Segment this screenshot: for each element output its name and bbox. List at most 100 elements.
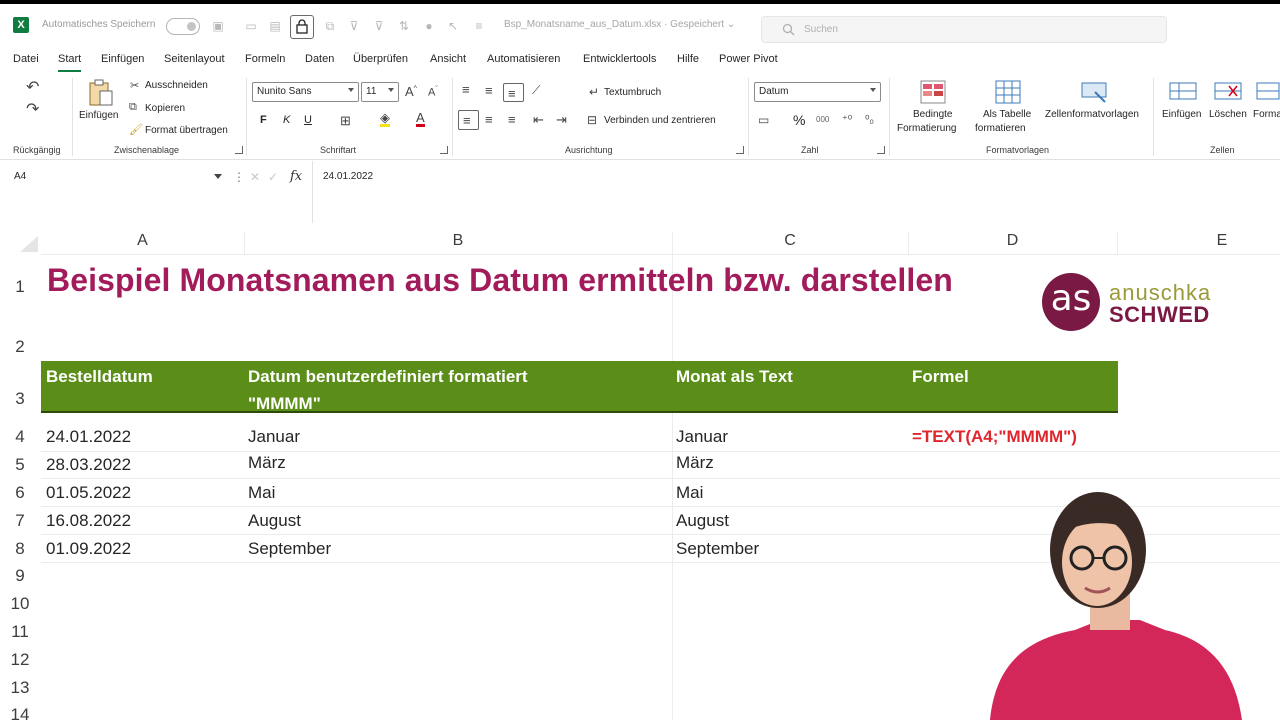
record-icon[interactable]: ● xyxy=(422,19,436,33)
format-as-table-icon[interactable] xyxy=(995,80,1021,104)
percent-button[interactable]: % xyxy=(793,112,805,128)
cell-c4[interactable]: Januar xyxy=(676,427,728,447)
tab-entwicklertools[interactable]: Entwicklertools xyxy=(583,53,656,65)
cell-b5[interactable]: März xyxy=(248,453,286,473)
tab-daten[interactable]: Daten xyxy=(305,53,334,65)
borders-icon[interactable]: ⊞ xyxy=(340,113,351,129)
delete-cells-icon[interactable] xyxy=(1214,80,1242,102)
row-header-3[interactable]: 3 xyxy=(0,389,40,409)
wrap-text-button[interactable]: Textumbruch xyxy=(604,87,661,98)
bold-button[interactable]: F xyxy=(260,114,267,126)
align-middle-icon[interactable]: ≡ xyxy=(485,83,493,98)
row-header-7[interactable]: 7 xyxy=(0,511,40,531)
cell-a6[interactable]: 01.05.2022 xyxy=(46,483,131,503)
font-size-select[interactable]: 11 xyxy=(361,82,399,102)
search-input[interactable]: Suchen xyxy=(761,16,1167,43)
filter-icon[interactable]: ⊽ xyxy=(347,19,361,33)
currency-icon[interactable]: ▭ xyxy=(758,113,769,127)
cell-styles-button[interactable]: Zellenformatvorlagen xyxy=(1045,109,1139,120)
autosave-toggle[interactable] xyxy=(166,18,200,35)
copy-icon[interactable]: ⧉ xyxy=(129,101,137,114)
tab-power-pivot[interactable]: Power Pivot xyxy=(719,53,778,65)
tab-seitenlayout[interactable]: Seitenlayout xyxy=(164,53,225,65)
cell-b8[interactable]: September xyxy=(248,539,331,559)
more-options-icon[interactable]: ⋮ xyxy=(233,170,245,184)
cell-b7[interactable]: August xyxy=(248,511,301,531)
paste-button[interactable]: Einfügen xyxy=(79,110,118,121)
enter-icon[interactable]: ✓ xyxy=(268,170,278,184)
row-header-8[interactable]: 8 xyxy=(0,539,40,559)
header-monat-als-text[interactable]: Monat als Text xyxy=(676,363,793,390)
delete-cells-button[interactable]: Löschen xyxy=(1209,109,1247,120)
row-header-11[interactable]: 11 xyxy=(0,622,40,642)
increase-decimal-icon[interactable]: ⁺⁰ xyxy=(842,113,852,126)
cell-a7[interactable]: 16.08.2022 xyxy=(46,511,131,531)
save-icon[interactable]: ▣ xyxy=(211,19,225,33)
cancel-icon[interactable]: ✕ xyxy=(250,170,260,184)
alignment-launcher-icon[interactable] xyxy=(736,146,744,154)
cut-icon[interactable]: ✂ xyxy=(130,79,139,92)
redo-icon[interactable]: ↷ xyxy=(26,99,39,119)
align-center-icon[interactable]: ≡ xyxy=(485,112,493,127)
row-header-6[interactable]: 6 xyxy=(0,483,40,503)
column-header-e[interactable]: E xyxy=(1117,232,1280,254)
align-top-icon[interactable]: ≡ xyxy=(462,82,470,97)
row-header-9[interactable]: 9 xyxy=(0,566,40,586)
undo-icon[interactable]: ↶ xyxy=(26,77,39,97)
paste-icon[interactable] xyxy=(88,79,114,107)
header-bestelldatum[interactable]: Bestelldatum xyxy=(46,363,153,390)
cell-styles-icon[interactable] xyxy=(1081,80,1109,104)
cell-b4[interactable]: Januar xyxy=(248,427,300,447)
cell-a8[interactable]: 01.09.2022 xyxy=(46,539,131,559)
column-header-c[interactable]: C xyxy=(672,232,908,254)
customize-icon[interactable]: ≡ xyxy=(472,19,486,33)
cut-button[interactable]: Ausschneiden xyxy=(145,80,208,91)
cell-c5[interactable]: März xyxy=(676,453,714,473)
print-icon[interactable]: ▤ xyxy=(268,19,282,33)
tab-hilfe[interactable]: Hilfe xyxy=(677,53,699,65)
insert-cells-icon[interactable] xyxy=(1169,80,1197,102)
format-as-table-line1[interactable]: Als Tabelle xyxy=(983,109,1031,120)
font-name-select[interactable]: Nunito Sans xyxy=(252,82,359,102)
tab-ansicht[interactable]: Ansicht xyxy=(430,53,466,65)
italic-button[interactable]: K xyxy=(283,114,290,126)
column-header-a[interactable]: A xyxy=(41,232,244,254)
underline-button[interactable]: U xyxy=(304,114,312,126)
row-header-1[interactable]: 1 xyxy=(0,277,40,297)
cell-c6[interactable]: Mai xyxy=(676,483,703,503)
name-box[interactable]: A4 xyxy=(8,167,226,187)
fill-color-icon[interactable]: ◈ xyxy=(380,111,390,127)
align-left-button[interactable]: ≡ xyxy=(458,110,479,130)
decrease-indent-icon[interactable]: ⇤ xyxy=(533,112,544,128)
conditional-formatting-icon[interactable] xyxy=(920,80,946,104)
tab-datei[interactable]: Datei xyxy=(13,53,39,65)
row-header-2[interactable]: 2 xyxy=(0,337,40,357)
column-header-d[interactable]: D xyxy=(908,232,1117,254)
format-as-table-line2[interactable]: formatieren xyxy=(975,123,1026,134)
header-datum-formatiert[interactable]: Datum benutzerdefiniert formatiert xyxy=(248,363,528,390)
cell-d4[interactable]: =TEXT(A4;"MMMM") xyxy=(912,427,1077,447)
conditional-formatting-line1[interactable]: Bedingte xyxy=(913,109,952,120)
conditional-formatting-line2[interactable]: Formatierung xyxy=(897,123,956,134)
row-header-10[interactable]: 10 xyxy=(0,594,40,614)
cell-c8[interactable]: September xyxy=(676,539,759,559)
merge-center-button[interactable]: Verbinden und zentrieren xyxy=(604,115,716,126)
select-all-corner[interactable] xyxy=(20,236,38,252)
orientation-icon[interactable]: ⟋ xyxy=(532,83,540,98)
column-header-b[interactable]: B xyxy=(244,232,672,254)
row-header-4[interactable]: 4 xyxy=(0,427,40,447)
format-painter-button[interactable]: Format übertragen xyxy=(145,125,228,136)
insert-function-icon[interactable]: fx xyxy=(290,169,302,184)
format-cells-button[interactable]: Forma xyxy=(1253,109,1280,120)
decrease-decimal-icon[interactable]: ⁰₀ xyxy=(865,113,874,126)
cell-a4[interactable]: 24.01.2022 xyxy=(46,427,131,447)
clear-filter-icon[interactable]: ⊽ xyxy=(372,19,386,33)
formula-input[interactable]: 24.01.2022 xyxy=(312,161,1280,223)
header-datum-formatiert-line2[interactable]: "MMMM" xyxy=(248,390,321,417)
thousands-button[interactable]: 000 xyxy=(816,115,829,124)
clipboard-launcher-icon[interactable] xyxy=(235,146,243,154)
header-formel[interactable]: Formel xyxy=(912,363,969,390)
tab-formeln[interactable]: Formeln xyxy=(245,53,285,65)
row-header-14[interactable]: 14 xyxy=(0,705,40,720)
cell-b6[interactable]: Mai xyxy=(248,483,275,503)
